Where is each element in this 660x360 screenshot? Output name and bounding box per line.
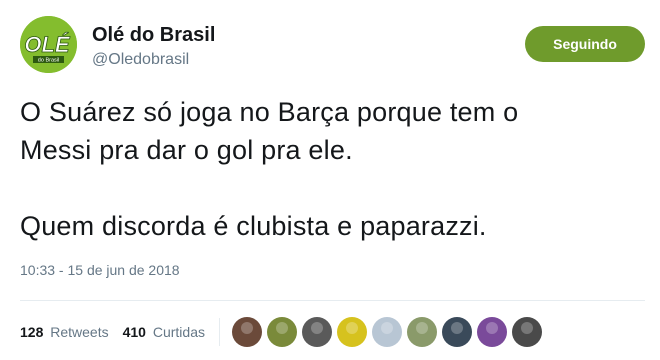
retweets-count: 128 <box>20 324 44 340</box>
user-avatar-icon[interactable] <box>442 317 472 347</box>
retweets-label: Retweets <box>50 324 109 340</box>
following-button[interactable]: Seguindo <box>525 26 645 62</box>
user-avatar-icon[interactable] <box>512 317 542 347</box>
logo-subtext: do Brasil <box>38 58 59 64</box>
retweets-stat[interactable]: 128 Retweets <box>20 324 109 340</box>
account-handle[interactable]: @Oledobrasil <box>92 51 189 69</box>
account-name[interactable]: Olé do Brasil <box>92 24 215 47</box>
likes-stat[interactable]: 410 Curtidas <box>123 324 205 340</box>
tweet-timestamp[interactable]: 10:33 - 15 de jun de 2018 <box>20 262 180 278</box>
user-avatar-icon[interactable] <box>267 317 297 347</box>
default-avatar-icon[interactable] <box>372 317 402 347</box>
ole-logo-icon: OLÉ do Brasil <box>20 16 77 73</box>
user-avatar-icon[interactable] <box>407 317 437 347</box>
tweet-line: Messi pra dar o gol pra ele. <box>20 135 353 165</box>
user-avatar-icon[interactable] <box>337 317 367 347</box>
liker-avatars <box>232 317 547 347</box>
profile-avatar[interactable]: OLÉ do Brasil <box>20 16 77 73</box>
divider <box>20 300 645 301</box>
tweet-header: OLÉ do Brasil Olé do Brasil @Oledobrasil… <box>20 16 645 76</box>
tweet-stats: 128 Retweets 410 Curtidas <box>20 317 547 347</box>
tweet-text: O Suárez só joga no Barça porque tem o M… <box>20 93 650 245</box>
likes-count: 410 <box>122 324 146 340</box>
user-avatar-icon[interactable] <box>302 317 332 347</box>
user-avatar-icon[interactable] <box>477 317 507 347</box>
user-avatar-icon[interactable] <box>232 317 262 347</box>
stats-separator <box>219 318 220 346</box>
logo-text: OLÉ <box>24 32 71 57</box>
tweet-line: O Suárez só joga no Barça porque tem o <box>20 97 519 127</box>
tweet-line: Quem discorda é clubista e paparazzi. <box>20 211 487 241</box>
likes-label: Curtidas <box>152 324 205 340</box>
